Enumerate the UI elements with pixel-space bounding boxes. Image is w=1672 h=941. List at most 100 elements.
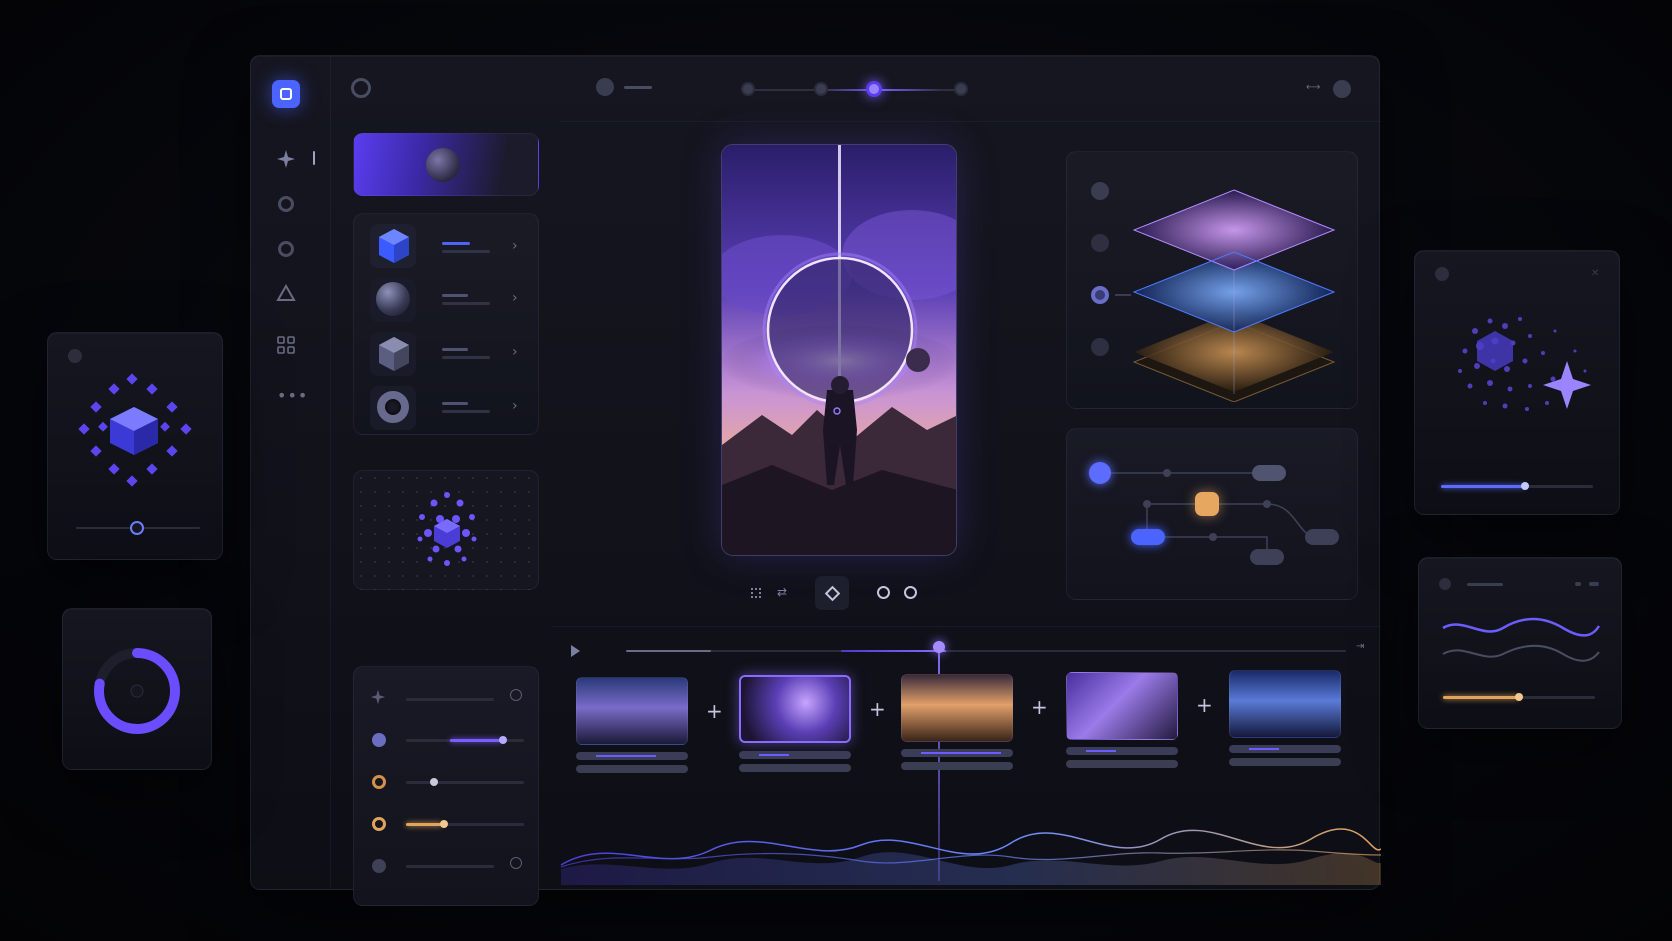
layer-stack-illustration bbox=[1132, 189, 1336, 402]
top-toolbar: ⟷ bbox=[561, 56, 1381, 122]
graph-node[interactable] bbox=[1305, 529, 1339, 545]
particle-cube-icon bbox=[417, 492, 477, 566]
search-icon[interactable] bbox=[351, 78, 371, 98]
expand-icon[interactable]: ⟷ bbox=[1306, 83, 1320, 93]
graph-node[interactable] bbox=[1250, 549, 1284, 565]
circle-button[interactable] bbox=[877, 586, 890, 599]
close-icon[interactable] bbox=[596, 78, 614, 96]
timeline-clip-selected[interactable] bbox=[739, 675, 851, 743]
chevron-right-icon[interactable] bbox=[510, 857, 522, 869]
graph-node[interactable] bbox=[1252, 465, 1286, 481]
card-slider-track[interactable] bbox=[1443, 693, 1595, 701]
close-icon[interactable] bbox=[1333, 80, 1351, 98]
skip-end-icon[interactable]: ⇥ bbox=[1356, 641, 1364, 652]
timeline-clip[interactable] bbox=[1066, 672, 1178, 740]
list-item[interactable]: › bbox=[362, 222, 532, 270]
card-slider-knob[interactable] bbox=[1515, 693, 1523, 701]
step-dot[interactable] bbox=[814, 82, 828, 96]
circle-button[interactable] bbox=[904, 586, 917, 599]
menu-icon[interactable] bbox=[1435, 267, 1449, 281]
list-item[interactable]: › bbox=[362, 276, 532, 324]
keyframe-button[interactable] bbox=[815, 576, 849, 610]
playback-controls: ⇄ bbox=[751, 576, 951, 610]
close-icon[interactable] bbox=[1091, 182, 1109, 200]
sun-icon bbox=[372, 775, 386, 789]
floating-cube-card[interactable] bbox=[47, 332, 223, 560]
list-item[interactable]: › bbox=[362, 384, 532, 432]
grid-icon[interactable] bbox=[277, 336, 295, 354]
particle-cube-icon bbox=[78, 373, 192, 487]
card-slider-knob[interactable] bbox=[130, 521, 144, 535]
card-slider-knob[interactable] bbox=[1520, 482, 1529, 490]
clip-label-bar bbox=[1229, 745, 1341, 753]
playhead-knob[interactable] bbox=[933, 641, 945, 653]
asset-list: › › › › bbox=[353, 213, 539, 435]
step-dot[interactable] bbox=[954, 82, 968, 96]
asset-column: › › › › bbox=[331, 56, 546, 906]
floating-wave-card[interactable] bbox=[1418, 557, 1622, 729]
slider-knob[interactable] bbox=[440, 820, 448, 828]
chevron-right-icon[interactable]: › bbox=[512, 238, 518, 254]
slider-track[interactable] bbox=[406, 698, 494, 701]
step-dot-active[interactable] bbox=[866, 81, 882, 97]
image-icon[interactable] bbox=[1091, 234, 1109, 252]
step-progress bbox=[741, 81, 971, 97]
loop-icon[interactable]: ⇄ bbox=[777, 585, 787, 599]
step-dot[interactable] bbox=[741, 82, 755, 96]
floating-particles-card[interactable]: ✕ bbox=[1414, 250, 1620, 515]
grid-small-icon[interactable] bbox=[751, 588, 761, 598]
more-icon[interactable]: ••• bbox=[277, 388, 308, 404]
menu-icon[interactable] bbox=[1439, 578, 1451, 590]
clip-meta-bar bbox=[1066, 760, 1178, 768]
layer-toggle-active[interactable] bbox=[1091, 286, 1109, 304]
add-transition-button[interactable]: + bbox=[869, 699, 886, 719]
triangle-icon[interactable] bbox=[276, 284, 296, 302]
layer-toggle[interactable] bbox=[1091, 338, 1109, 356]
timeline-clip[interactable] bbox=[901, 674, 1013, 742]
add-transition-button[interactable]: + bbox=[1196, 695, 1213, 715]
slider-knob[interactable] bbox=[430, 778, 438, 786]
menu-icon[interactable] bbox=[68, 349, 82, 363]
add-transition-button[interactable]: + bbox=[706, 701, 723, 721]
chevron-right-icon[interactable] bbox=[510, 689, 522, 701]
chevron-right-icon[interactable]: › bbox=[512, 344, 518, 360]
audio-waveform[interactable] bbox=[551, 805, 1381, 885]
main-preview-image[interactable] bbox=[721, 144, 957, 556]
slider-track[interactable] bbox=[406, 865, 494, 868]
circle-icon[interactable] bbox=[278, 241, 294, 257]
card-slider-track[interactable] bbox=[76, 521, 200, 535]
timeline-clip[interactable] bbox=[576, 677, 688, 745]
timeline: ⇥ + + + + bbox=[551, 626, 1381, 891]
play-icon[interactable] bbox=[571, 645, 580, 657]
chevron-right-icon[interactable]: › bbox=[512, 290, 518, 306]
chevron-right-icon[interactable]: › bbox=[512, 398, 518, 414]
timeline-scrubber[interactable] bbox=[626, 650, 1346, 652]
sphere-icon bbox=[376, 282, 410, 316]
wave-preview bbox=[1442, 617, 1601, 662]
list-item[interactable]: › bbox=[362, 330, 532, 378]
sparkle-icon[interactable] bbox=[276, 149, 296, 169]
slider-knob[interactable] bbox=[499, 736, 507, 744]
slider-track[interactable] bbox=[406, 778, 524, 786]
slider-track[interactable] bbox=[406, 820, 524, 828]
graph-node-start[interactable] bbox=[1089, 462, 1111, 484]
graph-node-highlight[interactable] bbox=[1195, 492, 1219, 516]
add-transition-button[interactable]: + bbox=[1031, 697, 1048, 717]
clip-label-bar bbox=[576, 752, 688, 760]
torus-icon bbox=[377, 391, 409, 423]
timeline-clip[interactable] bbox=[1229, 670, 1341, 738]
clip-meta-bar bbox=[901, 762, 1013, 770]
floating-donut-card[interactable] bbox=[62, 608, 212, 770]
donut-progress bbox=[94, 648, 180, 734]
hexagon-icon bbox=[379, 337, 409, 371]
featured-gradient-card[interactable] bbox=[353, 133, 539, 196]
slider-track[interactable] bbox=[406, 736, 524, 744]
sphere-icon bbox=[426, 148, 460, 182]
adjustments-card bbox=[353, 666, 539, 906]
particle-preview-card[interactable] bbox=[353, 470, 539, 590]
graph-node-active[interactable] bbox=[1131, 529, 1165, 545]
app-logo[interactable] bbox=[272, 80, 300, 108]
close-icon[interactable]: ✕ bbox=[1591, 269, 1601, 279]
card-slider-track[interactable] bbox=[1441, 482, 1593, 490]
circle-icon[interactable] bbox=[278, 196, 294, 212]
